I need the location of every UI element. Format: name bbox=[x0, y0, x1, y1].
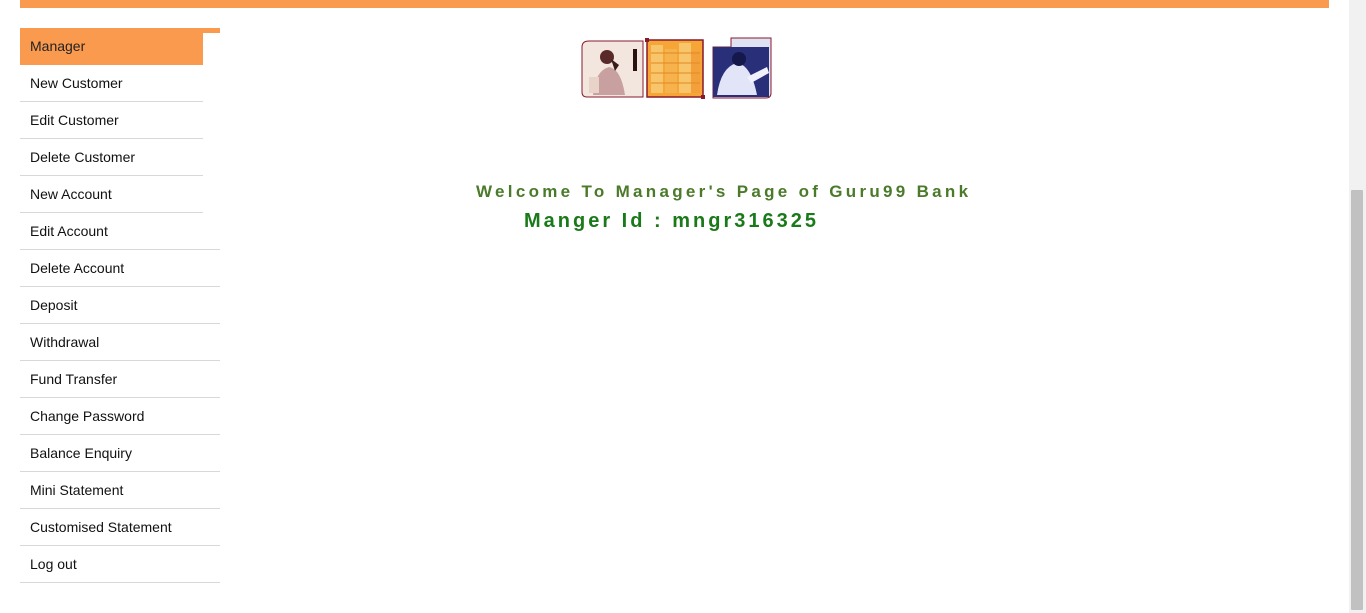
menu-item-change-password[interactable]: Change Password bbox=[20, 398, 220, 435]
menu-item-withdrawal[interactable]: Withdrawal bbox=[20, 324, 220, 361]
menu-item-balance-enquiry[interactable]: Balance Enquiry bbox=[20, 435, 220, 472]
menu-item-new-account[interactable]: New Account bbox=[20, 176, 203, 213]
scrollbar-thumb[interactable] bbox=[1351, 190, 1363, 610]
person-phone-icon bbox=[581, 40, 644, 98]
welcome-heading: Welcome To Manager's Page of Guru99 Bank bbox=[476, 182, 972, 201]
person-working-icon bbox=[712, 37, 772, 99]
menu-item-customised-statement[interactable]: Customised Statement bbox=[20, 509, 220, 546]
menu-item-mini-statement[interactable]: Mini Statement bbox=[20, 472, 220, 509]
sidebar-menu: Manager New Customer Edit Customer Delet… bbox=[20, 28, 220, 583]
menu-item-fund-transfer[interactable]: Fund Transfer bbox=[20, 361, 220, 398]
coins-icon bbox=[645, 38, 705, 99]
top-accent-bar bbox=[20, 0, 1329, 8]
vertical-scrollbar[interactable] bbox=[1349, 0, 1366, 613]
sidebar-top-strip bbox=[203, 28, 220, 33]
manager-id-text: Manger Id : mngr316325 bbox=[524, 210, 819, 232]
menu-item-deposit[interactable]: Deposit bbox=[20, 287, 220, 324]
bank-banner-image bbox=[581, 37, 773, 99]
menu-item-delete-customer[interactable]: Delete Customer bbox=[20, 139, 203, 176]
menu-item-manager[interactable]: Manager bbox=[20, 28, 203, 65]
menu-item-log-out[interactable]: Log out bbox=[20, 546, 220, 583]
menu-item-edit-account[interactable]: Edit Account bbox=[20, 213, 220, 250]
menu-list: Manager New Customer Edit Customer Delet… bbox=[20, 28, 220, 583]
menu-item-new-customer[interactable]: New Customer bbox=[20, 65, 203, 102]
menu-item-edit-customer[interactable]: Edit Customer bbox=[20, 102, 203, 139]
menu-item-delete-account[interactable]: Delete Account bbox=[20, 250, 220, 287]
